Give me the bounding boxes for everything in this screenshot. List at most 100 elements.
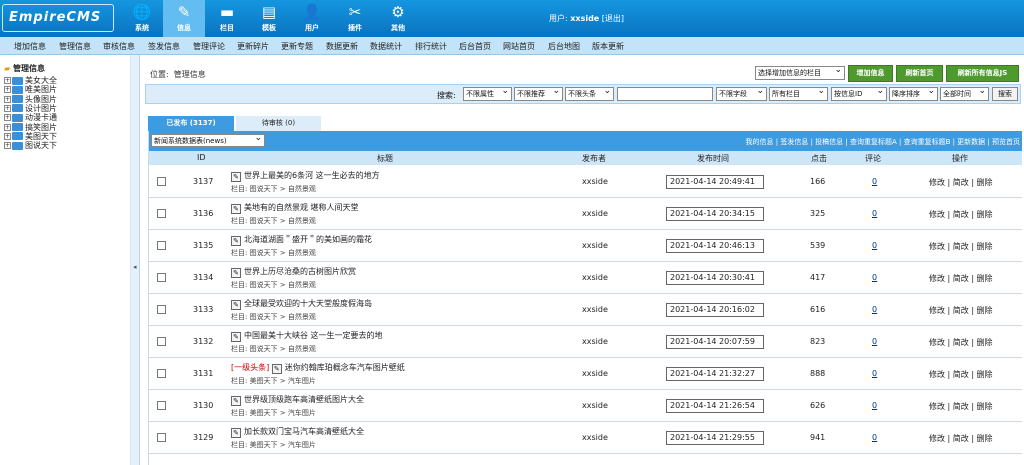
- subnav-item[interactable]: 后台地图: [548, 41, 580, 52]
- row-comments-link[interactable]: 0: [872, 401, 877, 410]
- row-time-input[interactable]: 2021-04-14 20:07:59: [666, 335, 764, 349]
- row-title[interactable]: ✎ 北海道湖面＂盛开＂的美如画的霜花: [231, 234, 372, 246]
- subnav-item[interactable]: 数据更新: [326, 41, 358, 52]
- topnav-gear[interactable]: ⚙ 其他: [377, 0, 419, 37]
- row-title-text[interactable]: 全球最受欢迎的十大天堂般度假海岛: [244, 299, 372, 308]
- expand-icon[interactable]: +: [4, 77, 11, 84]
- row-checkbox[interactable]: [157, 305, 166, 314]
- add-info-button[interactable]: 增加信息: [848, 65, 893, 82]
- subnav-item[interactable]: 更新专题: [281, 41, 313, 52]
- row-time-input[interactable]: 2021-04-14 20:49:41: [666, 175, 764, 189]
- delete-link[interactable]: 删除: [977, 370, 993, 379]
- row-time-input[interactable]: 2021-04-14 20:16:02: [666, 303, 764, 317]
- field-select[interactable]: 不限字段: [716, 87, 767, 101]
- row-category[interactable]: 栏目: 图说天下 > 自然景观: [231, 344, 316, 354]
- simple-edit-link[interactable]: 简改: [953, 178, 969, 187]
- simple-edit-link[interactable]: 简改: [953, 338, 969, 347]
- row-title-text[interactable]: 世界上历尽沧桑的古树图片欣赏: [244, 267, 356, 276]
- row-title-text[interactable]: 中国最美十大峡谷 这一生一定要去的地: [244, 331, 383, 340]
- topnav-edit[interactable]: ✎ 信息: [163, 0, 205, 37]
- row-comments-link[interactable]: 0: [872, 177, 877, 186]
- simple-edit-link[interactable]: 简改: [953, 306, 969, 315]
- tab-published[interactable]: 已发布 (3137): [148, 116, 234, 131]
- row-checkbox[interactable]: [157, 369, 166, 378]
- subnav-item[interactable]: 签发信息: [148, 41, 180, 52]
- logout-link[interactable]: [退出]: [602, 14, 624, 23]
- delete-link[interactable]: 删除: [977, 338, 993, 347]
- row-checkbox[interactable]: [157, 337, 166, 346]
- edit-link[interactable]: 修改: [929, 274, 945, 283]
- search-button[interactable]: 搜索: [992, 87, 1018, 101]
- row-comments-link[interactable]: 0: [872, 241, 877, 250]
- row-comments-link[interactable]: 0: [872, 369, 877, 378]
- column-select[interactable]: 选择增加信息的栏目: [755, 66, 845, 80]
- expand-icon[interactable]: +: [4, 86, 11, 94]
- delete-link[interactable]: 删除: [977, 274, 993, 283]
- row-category[interactable]: 栏目: 图说天下 > 自然景观: [231, 280, 316, 290]
- edit-link[interactable]: 修改: [929, 434, 945, 443]
- edit-link[interactable]: 修改: [929, 178, 945, 187]
- row-checkbox[interactable]: [157, 433, 166, 442]
- row-title-text[interactable]: 美地有的自然景观 堪称人间天堂: [244, 203, 359, 212]
- row-checkbox[interactable]: [157, 209, 166, 218]
- row-title[interactable]: [一级头条] ✎ 迷你约翰库珀概念车汽车图片壁纸: [231, 362, 405, 374]
- row-category[interactable]: 栏目: 美图天下 > 汽车图片: [231, 440, 316, 450]
- refresh-home-button[interactable]: 刷新首页: [896, 65, 943, 82]
- simple-edit-link[interactable]: 简改: [953, 274, 969, 283]
- subnav-item[interactable]: 管理信息: [59, 41, 91, 52]
- row-checkbox[interactable]: [157, 241, 166, 250]
- row-comments-link[interactable]: 0: [872, 209, 877, 218]
- row-time-input[interactable]: 2021-04-14 20:30:41: [666, 271, 764, 285]
- row-checkbox[interactable]: [157, 401, 166, 410]
- simple-edit-link[interactable]: 简改: [953, 242, 969, 251]
- order-dir-select[interactable]: 降序排序: [889, 87, 938, 101]
- delete-link[interactable]: 删除: [977, 434, 993, 443]
- edit-link[interactable]: 修改: [929, 338, 945, 347]
- row-title[interactable]: ✎ 世界上最美的6条河 这一生必去的地方: [231, 170, 380, 182]
- subnav-item[interactable]: 网站首页: [503, 41, 535, 52]
- row-time-input[interactable]: 2021-04-14 21:29:55: [666, 431, 764, 445]
- subnav-item[interactable]: 数据统计: [370, 41, 402, 52]
- sidebar-item[interactable]: + 美图天下: [4, 132, 57, 141]
- delete-link[interactable]: 删除: [977, 210, 993, 219]
- expand-icon[interactable]: +: [4, 114, 11, 122]
- edit-link[interactable]: 修改: [929, 242, 945, 251]
- row-checkbox[interactable]: [157, 177, 166, 186]
- row-time-input[interactable]: 2021-04-14 20:34:15: [666, 207, 764, 221]
- expand-icon[interactable]: +: [4, 95, 11, 103]
- edit-link[interactable]: 修改: [929, 306, 945, 315]
- row-title[interactable]: ✎ 世界上历尽沧桑的古树图片欣赏: [231, 266, 356, 278]
- topnav-tools[interactable]: ✂ 插件: [334, 0, 376, 37]
- delete-link[interactable]: 删除: [977, 402, 993, 411]
- topnav-folder[interactable]: ▬ 栏目: [206, 0, 248, 37]
- row-comments-link[interactable]: 0: [872, 273, 877, 282]
- row-title-text[interactable]: 北海道湖面＂盛开＂的美如画的霜花: [244, 235, 372, 244]
- simple-edit-link[interactable]: 简改: [953, 434, 969, 443]
- column-filter-select[interactable]: 所有栏目: [769, 87, 828, 101]
- row-title-text[interactable]: 世界级顶级跑车高清壁纸图片大全: [244, 395, 364, 404]
- row-title[interactable]: ✎ 加长款双门宝马汽车高清壁纸大全: [231, 426, 364, 438]
- row-category[interactable]: 栏目: 图说天下 > 自然景观: [231, 312, 316, 322]
- sidebar-item[interactable]: + 唯美图片: [4, 85, 57, 94]
- topnav-user[interactable]: 👤 用户: [291, 0, 333, 37]
- order-by-select[interactable]: 按信息ID: [831, 87, 887, 101]
- edit-link[interactable]: 修改: [929, 402, 945, 411]
- subnav-item[interactable]: 更新碎片: [237, 41, 269, 52]
- sidebar-item[interactable]: + 动漫卡通: [4, 113, 57, 122]
- expand-icon[interactable]: +: [4, 104, 11, 112]
- table-select[interactable]: 新闻系统数据表(news): [151, 134, 265, 147]
- row-title-text[interactable]: 迷你约翰库珀概念车汽车图片壁纸: [285, 363, 405, 372]
- topnav-template[interactable]: ▤ 模板: [248, 0, 290, 37]
- headline-select[interactable]: 不限头条: [565, 87, 614, 101]
- row-category[interactable]: 栏目: 美图天下 > 汽车图片: [231, 376, 316, 386]
- table-links[interactable]: 我的信息 | 签发信息 | 投稿信息 | 查询重复标题A | 查询重复标题B |…: [746, 137, 1020, 147]
- row-category[interactable]: 栏目: 图说天下 > 自然景观: [231, 248, 316, 258]
- subnav-item[interactable]: 管理评论: [193, 41, 225, 52]
- sidebar-item[interactable]: + 设计图片: [4, 104, 57, 113]
- row-title[interactable]: ✎ 中国最美十大峡谷 这一生一定要去的地: [231, 330, 383, 342]
- row-title-text[interactable]: 加长款双门宝马汽车高清壁纸大全: [244, 427, 364, 436]
- row-comments-link[interactable]: 0: [872, 433, 877, 442]
- subnav-item[interactable]: 审核信息: [103, 41, 135, 52]
- search-input[interactable]: [617, 87, 713, 101]
- row-title[interactable]: ✎ 全球最受欢迎的十大天堂般度假海岛: [231, 298, 372, 310]
